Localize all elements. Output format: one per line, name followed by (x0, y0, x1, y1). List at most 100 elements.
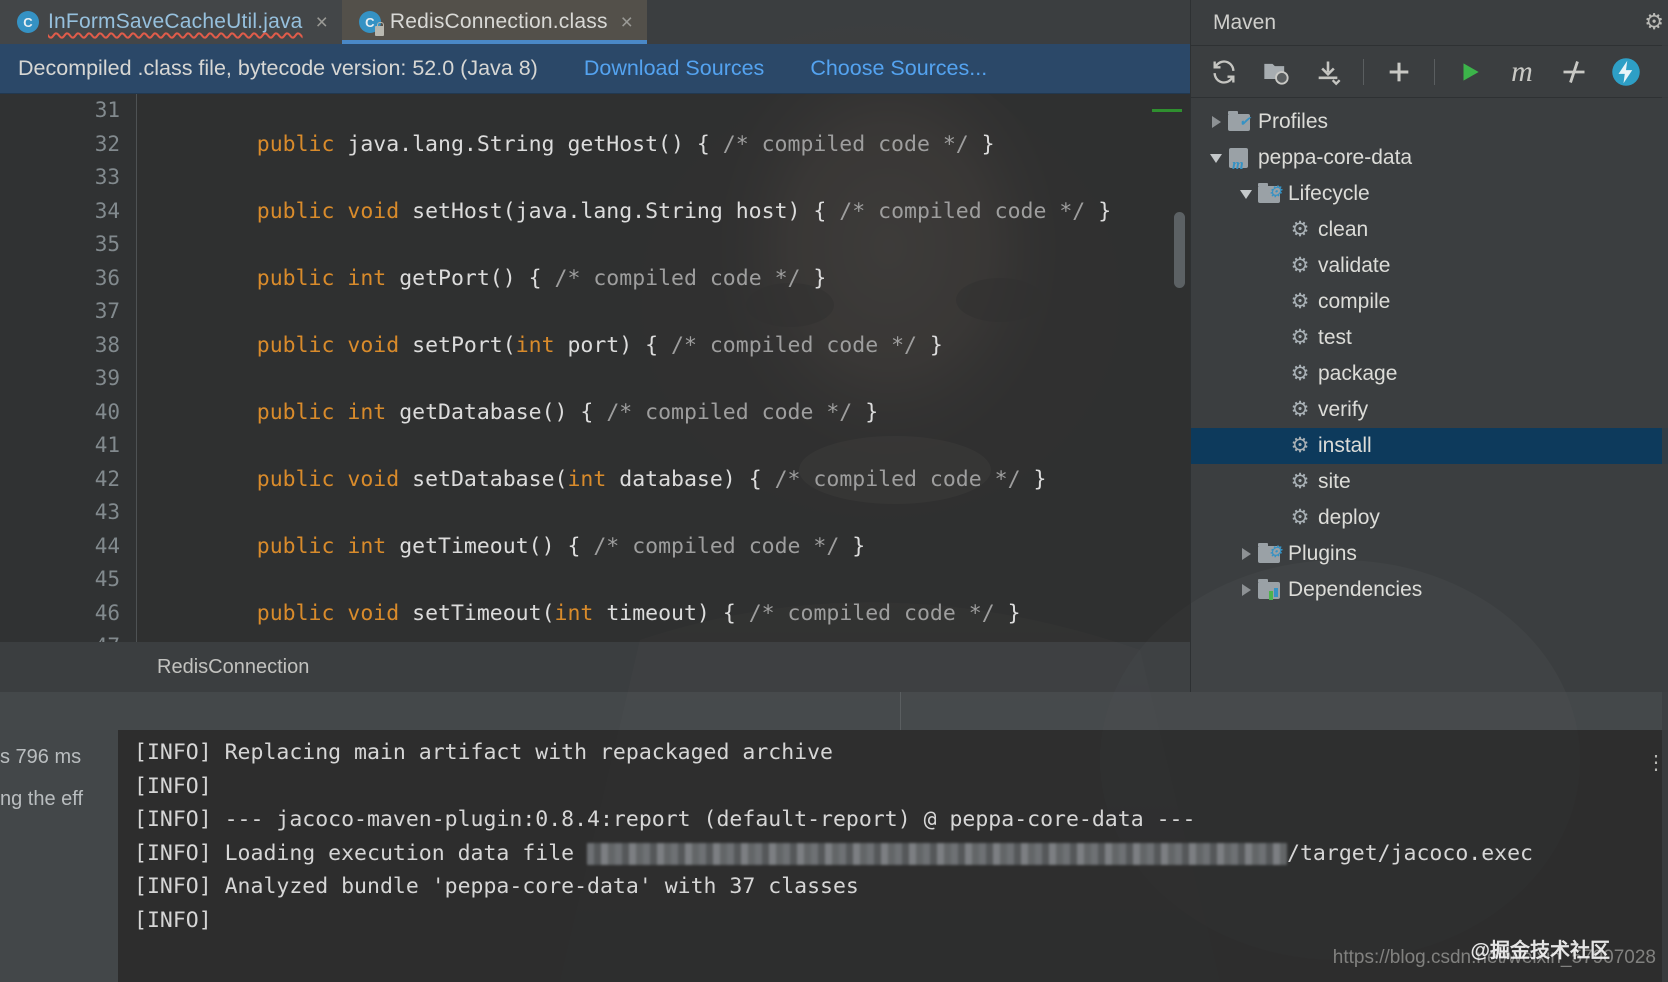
reload-all-projects-icon[interactable] (1207, 55, 1241, 89)
code-line: public void setPort(int port) { /* compi… (256, 332, 943, 358)
maven-header: Maven ⚙ (1191, 0, 1668, 46)
maven-tree-item-label: install (1318, 434, 1372, 457)
run-tree-pane[interactable]: s 796 ms ng the eff (0, 730, 118, 982)
editor-tab-bar: C InFormSaveCacheUtil.java × C RedisConn… (0, 0, 1190, 44)
gear-icon: ⚙ (1290, 218, 1310, 241)
gear-icon: ⚙ (1290, 254, 1310, 277)
notification-message: Decompiled .class file, bytecode version… (18, 56, 538, 80)
line-number: 43 (94, 500, 120, 524)
close-icon[interactable]: × (621, 12, 633, 33)
folder-gear-icon (1258, 183, 1282, 203)
gear-icon: ⚙ (1290, 326, 1310, 349)
maven-tree-item-label: package (1318, 362, 1398, 385)
maven-tree-item-test[interactable]: ⚙ test (1191, 320, 1668, 356)
maven-tree-item-label: verify (1318, 398, 1369, 421)
maven-tree-item-label: peppa-core-data (1258, 146, 1413, 169)
execute-maven-goal-icon[interactable]: m (1505, 55, 1539, 89)
maven-title: Maven (1213, 10, 1277, 34)
maven-tree-item-package[interactable]: ⚙ package (1191, 356, 1668, 392)
console-output[interactable]: [INFO] Replacing main artifact with repa… (118, 730, 1668, 982)
folder-bars-icon (1258, 579, 1280, 600)
chevron-down-icon[interactable] (1235, 190, 1257, 199)
gear-icon: ⚙ (1290, 434, 1310, 457)
editor-tab-redisconnection[interactable]: C RedisConnection.class × (341, 0, 647, 44)
maven-tree-item-install[interactable]: ⚙ install (1191, 428, 1668, 464)
line-number: 45 (94, 567, 120, 591)
download-sources-link[interactable]: Download Sources (584, 56, 764, 81)
maven-tree-item-dependencies[interactable]: Dependencies (1191, 572, 1668, 608)
maven-tree-item-label: test (1318, 326, 1352, 349)
java-class-icon: C (17, 11, 39, 33)
line-number-gutter[interactable]: 31 32 33 34 35 36 37 38 39 40 41 42 43 44 45 46 47 (0, 94, 137, 642)
code-content[interactable]: public java.lang.String getHost() { /* c… (137, 94, 1190, 642)
console-line: [INFO] Replacing main artifact with repa… (134, 740, 833, 765)
maven-tree-item-label: compile (1318, 290, 1391, 313)
maven-tree-item-peppa-core-data[interactable]: peppa-core-data (1191, 140, 1668, 176)
run-maven-build-icon[interactable] (1453, 55, 1487, 89)
add-icon[interactable] (1382, 55, 1416, 89)
download-sources-icon[interactable] (1311, 55, 1345, 89)
run-tree-row[interactable]: s 796 ms (0, 736, 118, 778)
toggle-offline-mode-icon[interactable] (1609, 55, 1643, 89)
code-line: public void setHost(java.lang.String hos… (256, 198, 1112, 224)
add-maven-project-icon[interactable] (1259, 55, 1293, 89)
line-number: 46 (94, 600, 120, 625)
code-line: public int getDatabase() { /* compiled c… (256, 399, 879, 425)
code-line: public int getPort() { /* compiled code … (256, 265, 827, 291)
choose-sources-link[interactable]: Choose Sources... (810, 56, 987, 81)
decompiled-notification-bar: Decompiled .class file, bytecode version… (0, 44, 1190, 94)
toolbar-separator (1434, 58, 1435, 85)
maven-tool-window: Maven ⚙ m Profiles peppa-core-data Lifec… (1190, 0, 1668, 692)
maven-toolbar: m (1191, 46, 1668, 98)
line-number: 37 (94, 299, 120, 323)
chevron-right-icon[interactable] (1235, 584, 1257, 596)
chevron-right-icon[interactable] (1235, 548, 1257, 560)
folder-check-icon (1228, 111, 1251, 131)
redacted-path (587, 842, 1288, 865)
maven-tree-item-label: Plugins (1288, 542, 1357, 565)
maven-tree-item-clean[interactable]: ⚙ clean (1191, 212, 1668, 248)
line-number: 34 (94, 198, 120, 223)
editor-vertical-scrollbar[interactable] (1174, 212, 1185, 288)
line-number: 44 (94, 533, 120, 558)
console-line: [INFO] (134, 773, 212, 799)
line-number: 47 (0, 630, 120, 642)
maven-tree-item-deploy[interactable]: ⚙ deploy (1191, 500, 1668, 536)
maven-tree-item-validate[interactable]: ⚙ validate (1191, 248, 1668, 284)
maven-tree-item-site[interactable]: ⚙ site (1191, 464, 1668, 500)
line-number: 41 (94, 433, 120, 457)
maven-tree-item-label: deploy (1318, 506, 1380, 529)
gear-icon: ⚙ (1290, 398, 1310, 421)
line-number: 33 (94, 165, 120, 189)
maven-tree-item-compile[interactable]: ⚙ compile (1191, 284, 1668, 320)
right-edge-strip (1662, 0, 1668, 982)
gear-icon: ⚙ (1290, 506, 1310, 529)
line-number: 42 (94, 466, 120, 491)
close-icon[interactable]: × (316, 12, 328, 33)
maven-tree-item-plugins[interactable]: Plugins (1191, 536, 1668, 572)
code-line: public void setDatabase(int database) { … (256, 466, 1047, 492)
maven-tree-item-profiles[interactable]: Profiles (1191, 104, 1668, 140)
breadcrumb[interactable]: RedisConnection (0, 642, 1190, 692)
chevron-right-icon[interactable] (1205, 116, 1227, 128)
toggle-skip-tests-icon[interactable] (1557, 55, 1591, 89)
chevron-down-icon[interactable] (1205, 154, 1227, 163)
maven-tree-item-lifecycle[interactable]: Lifecycle (1191, 176, 1668, 212)
run-tree-row[interactable]: ng the eff (0, 778, 118, 820)
code-editor[interactable]: 31 32 33 34 35 36 37 38 39 40 41 42 43 44 45 46 47 publi… (0, 94, 1190, 642)
maven-project-tree[interactable]: Profiles peppa-core-data Lifecycle ⚙ clean ⚙ v… (1191, 98, 1668, 608)
maven-tree-item-label: site (1318, 470, 1351, 493)
maven-tree-item-label: Profiles (1258, 110, 1329, 133)
maven-tree-item-verify[interactable]: ⚙ verify (1191, 392, 1668, 428)
editor-tab-informsavecacheutil[interactable]: C InFormSaveCacheUtil.java × (0, 0, 342, 44)
console-line: [INFO] Loading execution data file /targ… (134, 840, 1533, 866)
gear-icon: ⚙ (1290, 470, 1310, 493)
line-number: 35 (94, 232, 120, 256)
